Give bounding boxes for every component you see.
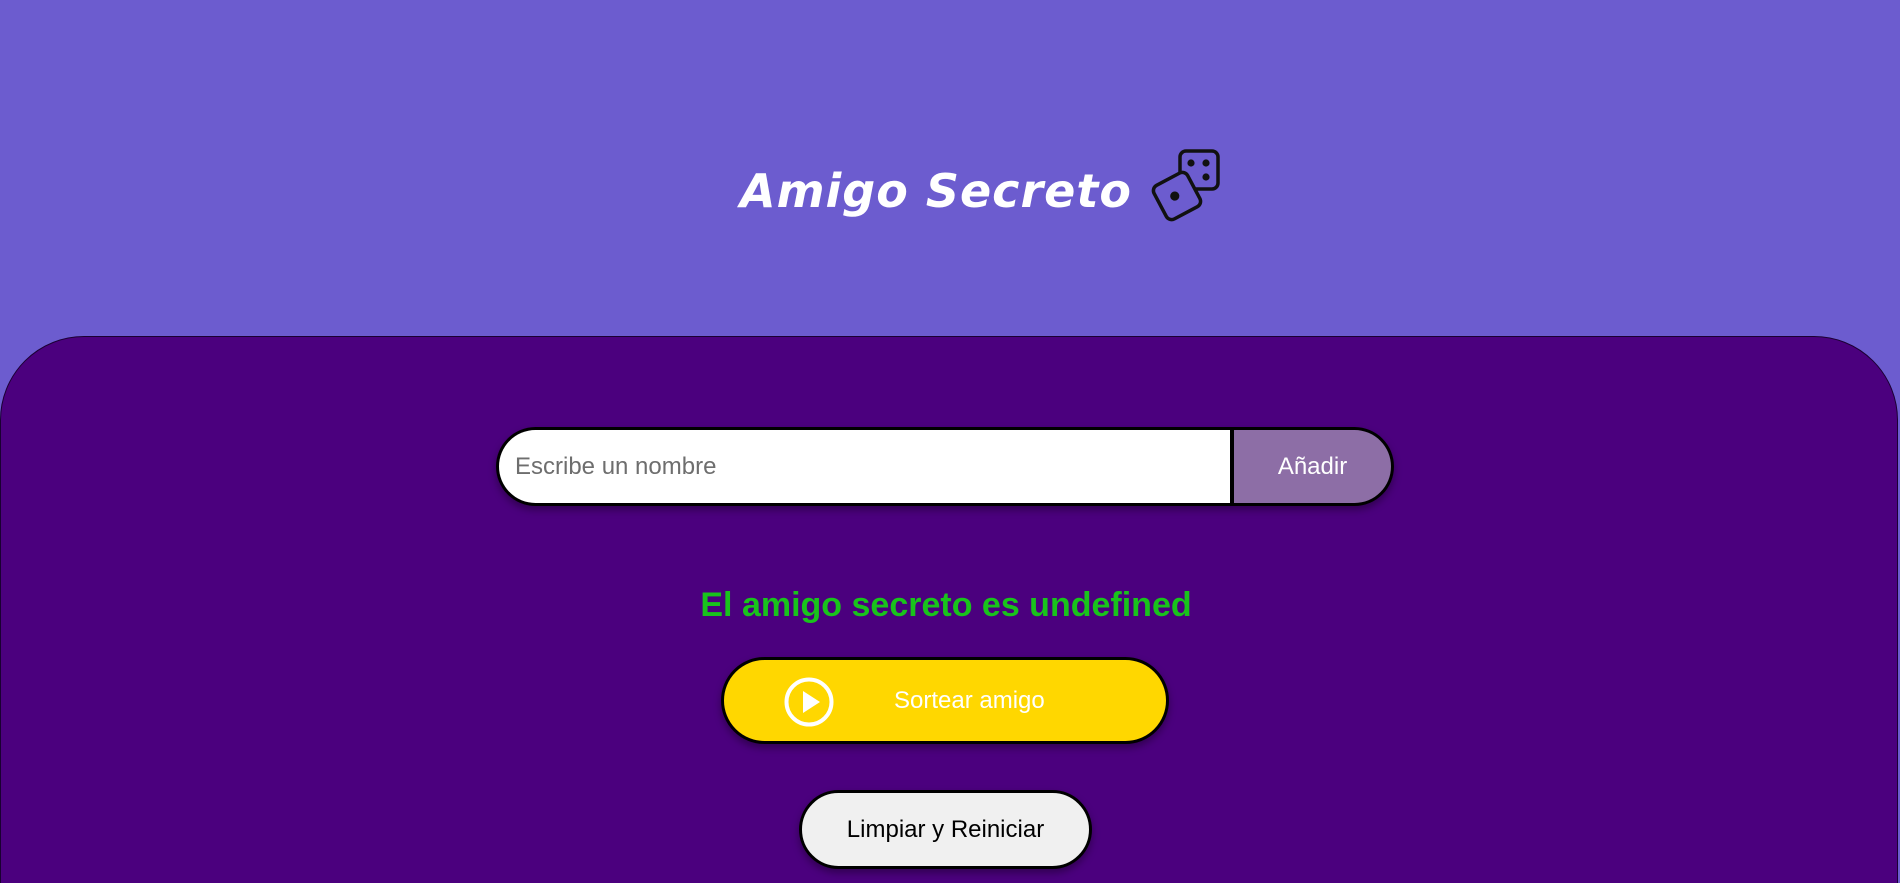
header-banner: Amigo Secreto (0, 0, 1900, 336)
draw-friend-label: Sortear amigo (894, 687, 1045, 714)
add-button[interactable]: Añadir (1230, 427, 1394, 506)
add-friend-form: Añadir (496, 427, 1394, 506)
page-title: Amigo Secreto (740, 164, 1132, 218)
play-circle-icon (784, 677, 834, 727)
name-input[interactable] (496, 427, 1230, 506)
reset-button[interactable]: Limpiar y Reiniciar (799, 790, 1092, 869)
dice-icon (1151, 149, 1220, 222)
draw-friend-button[interactable]: Sortear amigo (721, 657, 1169, 744)
title-group: Amigo Secreto (740, 149, 1226, 227)
result-text: El amigo secreto es undefined (700, 586, 1192, 624)
